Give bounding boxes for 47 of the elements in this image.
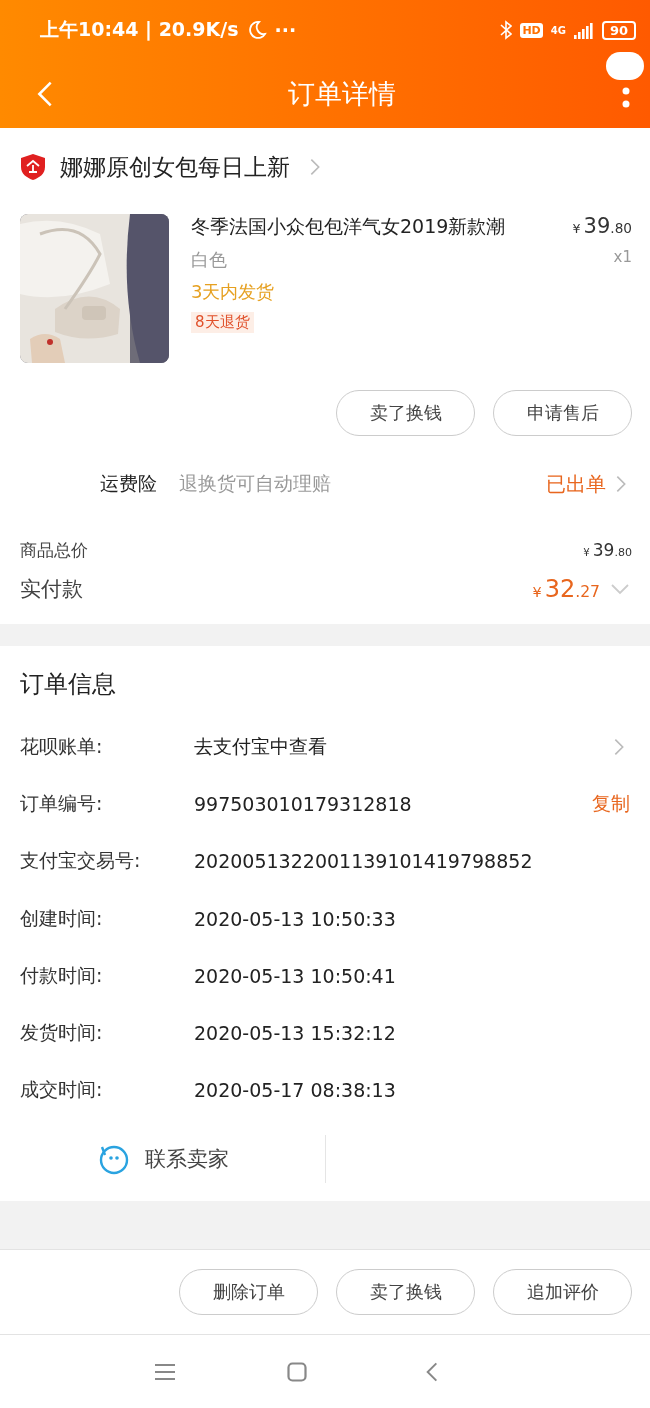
moon-icon — [246, 20, 267, 40]
paid-price: ¥32.27 — [532, 575, 600, 603]
goods-total-label: 商品总价 — [20, 538, 88, 562]
insurance-label: 运费险 — [100, 471, 157, 496]
menu-icon[interactable] — [155, 1362, 175, 1381]
paid-label: 实付款 — [20, 576, 83, 603]
home-icon[interactable] — [287, 1361, 307, 1382]
info-value[interactable]: 去支付宝中查看 — [194, 733, 608, 760]
info-label: 花呗账单: — [20, 733, 104, 759]
hd-badge: HD — [520, 22, 543, 38]
product-price: ¥39.80 — [572, 214, 632, 238]
network-label: 4G — [550, 24, 566, 36]
more-notifications-text: ··· — [274, 19, 297, 41]
info-label: 发货时间: — [20, 1020, 104, 1046]
info-label: 成交时间: — [20, 1077, 104, 1103]
action-button[interactable]: 申请售后 — [493, 390, 632, 436]
message-bubble-icon — [606, 52, 644, 80]
bluetooth-icon — [500, 20, 513, 40]
action-button[interactable]: 追加评价 — [493, 1269, 632, 1316]
action-button[interactable]: 卖了换钱 — [336, 390, 475, 436]
product-variant: 白色 — [191, 248, 228, 272]
goods-total-price: ¥ 39.80 — [583, 540, 632, 560]
shield-icon — [20, 153, 46, 181]
info-label: 订单编号: — [20, 790, 104, 816]
info-value: 2020051322001139101419798852 — [194, 850, 534, 873]
product-quantity: x1 — [613, 248, 632, 266]
insurance-description: 退换货可自动理赔 — [179, 471, 332, 496]
signal-icon — [573, 21, 594, 39]
action-button[interactable]: 删除订单 — [179, 1269, 318, 1316]
info-label: 付款时间: — [20, 962, 104, 988]
page-title: 订单详情 — [288, 77, 396, 111]
product-title[interactable]: 冬季法国小众包包洋气女2019新款潮 — [191, 214, 551, 240]
info-label: 支付宝交易号: — [20, 848, 142, 874]
info-value: 2020-05-13 15:32:12 — [194, 1022, 397, 1045]
action-button[interactable]: 卖了换钱 — [336, 1269, 475, 1316]
shop-name[interactable]: 娜娜原创女包每日上新 — [60, 151, 290, 183]
info-value: 997503010179312818 — [194, 792, 413, 815]
info-value: 2020-05-13 10:50:33 — [194, 907, 397, 930]
section-title: 订单信息 — [19, 669, 117, 700]
status-time: 上午10:44 | 20.9K/s — [40, 17, 239, 43]
info-value: 2020-05-17 08:38:13 — [194, 1079, 397, 1102]
return-tag: 8天退货 — [191, 312, 254, 333]
info-label: 创建时间: — [20, 905, 104, 931]
info-value: 2020-05-13 10:50:41 — [194, 964, 397, 987]
contact-seller-button[interactable]: 联系卖家 — [0, 1135, 326, 1184]
battery-level: 90 — [601, 20, 636, 40]
shipping-note: 3天内发货 — [191, 280, 276, 304]
